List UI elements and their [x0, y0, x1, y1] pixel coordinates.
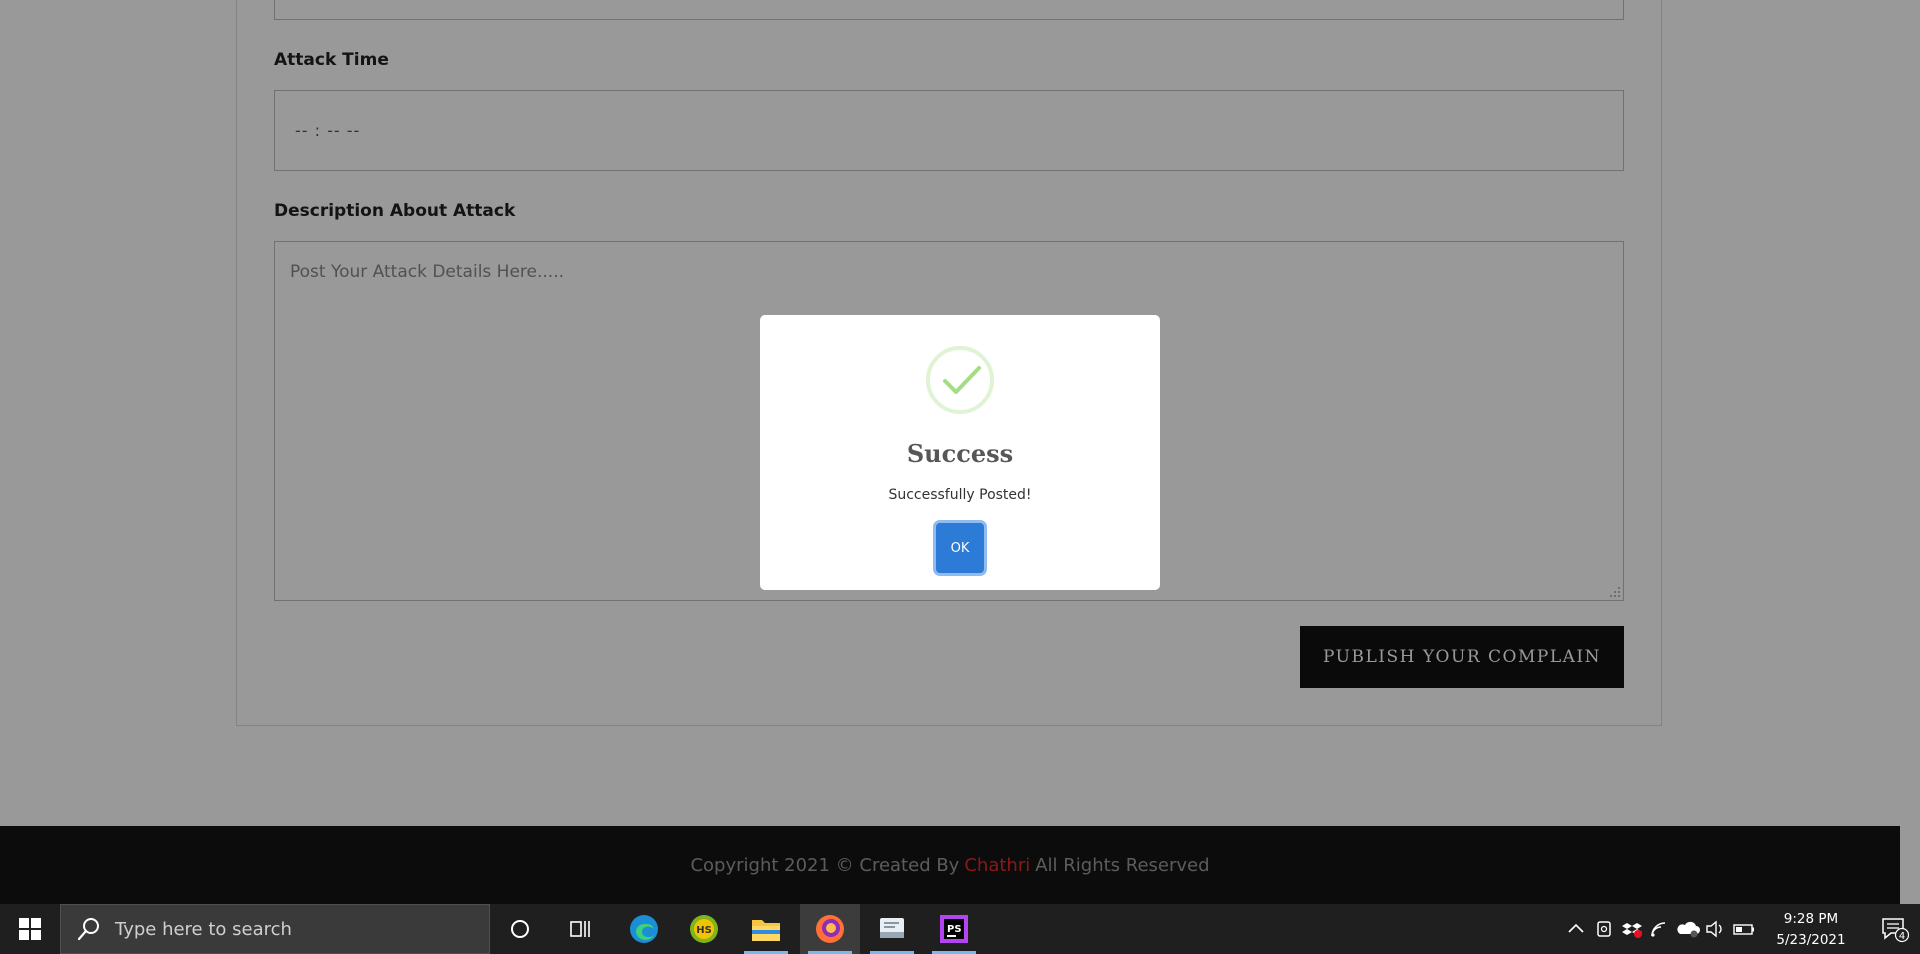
chevron-up-icon[interactable]: [1562, 917, 1590, 941]
search-placeholder: Type here to search: [115, 918, 292, 940]
svg-text:HS: HS: [696, 925, 712, 936]
windows-logo-icon: [19, 918, 41, 940]
folder-icon: [752, 920, 780, 941]
notification-icon: 4: [1882, 918, 1910, 943]
clock-date: 5/23/2021: [1776, 932, 1846, 948]
taskbar-app-mail[interactable]: [862, 904, 922, 954]
cortana-button[interactable]: [490, 904, 550, 954]
firefox-icon: [816, 915, 844, 943]
ok-button[interactable]: OK: [936, 523, 984, 573]
cortana-icon: [511, 920, 529, 938]
windows-taskbar: Type here to search HS PS 9:28 PM 5/23/2…: [0, 904, 1920, 954]
taskbar-app-file-explorer[interactable]: [736, 904, 796, 954]
hs-app-icon: HS: [690, 915, 718, 943]
clock-time: 9:28 PM: [1783, 911, 1839, 927]
mail-app-icon: [880, 918, 904, 938]
success-check-icon: [926, 346, 994, 414]
task-view-button[interactable]: [550, 904, 610, 954]
battery-icon[interactable]: [1730, 917, 1758, 941]
task-view-icon: [570, 921, 590, 937]
taskbar-clock[interactable]: 9:28 PM 5/23/2021: [1766, 909, 1856, 951]
dialog-message: Successfully Posted!: [888, 487, 1032, 503]
device-icon[interactable]: [1590, 917, 1618, 941]
phpstorm-icon: PS: [940, 915, 968, 943]
edge-icon: [630, 915, 658, 943]
taskbar-app-phpstorm[interactable]: PS: [924, 904, 984, 954]
taskbar-app-hs[interactable]: HS: [674, 904, 734, 954]
taskbar-search-box[interactable]: Type here to search: [60, 904, 490, 954]
volume-icon[interactable]: [1702, 917, 1730, 941]
taskbar-app-firefox[interactable]: [800, 904, 860, 954]
dialog-title: Success: [906, 439, 1014, 468]
system-tray: [1562, 904, 1758, 954]
onedrive-icon[interactable]: [1674, 917, 1702, 941]
notification-count: 4: [1899, 931, 1905, 942]
search-icon: [77, 918, 99, 941]
taskbar-app-edge[interactable]: [614, 904, 674, 954]
svg-text:PS: PS: [947, 924, 962, 935]
start-button[interactable]: [0, 904, 60, 954]
success-dialog: Success Successfully Posted! OK: [760, 315, 1160, 590]
dropbox-icon[interactable]: [1618, 917, 1646, 941]
wifi-icon[interactable]: [1646, 917, 1674, 941]
action-center-button[interactable]: 4: [1870, 904, 1920, 954]
